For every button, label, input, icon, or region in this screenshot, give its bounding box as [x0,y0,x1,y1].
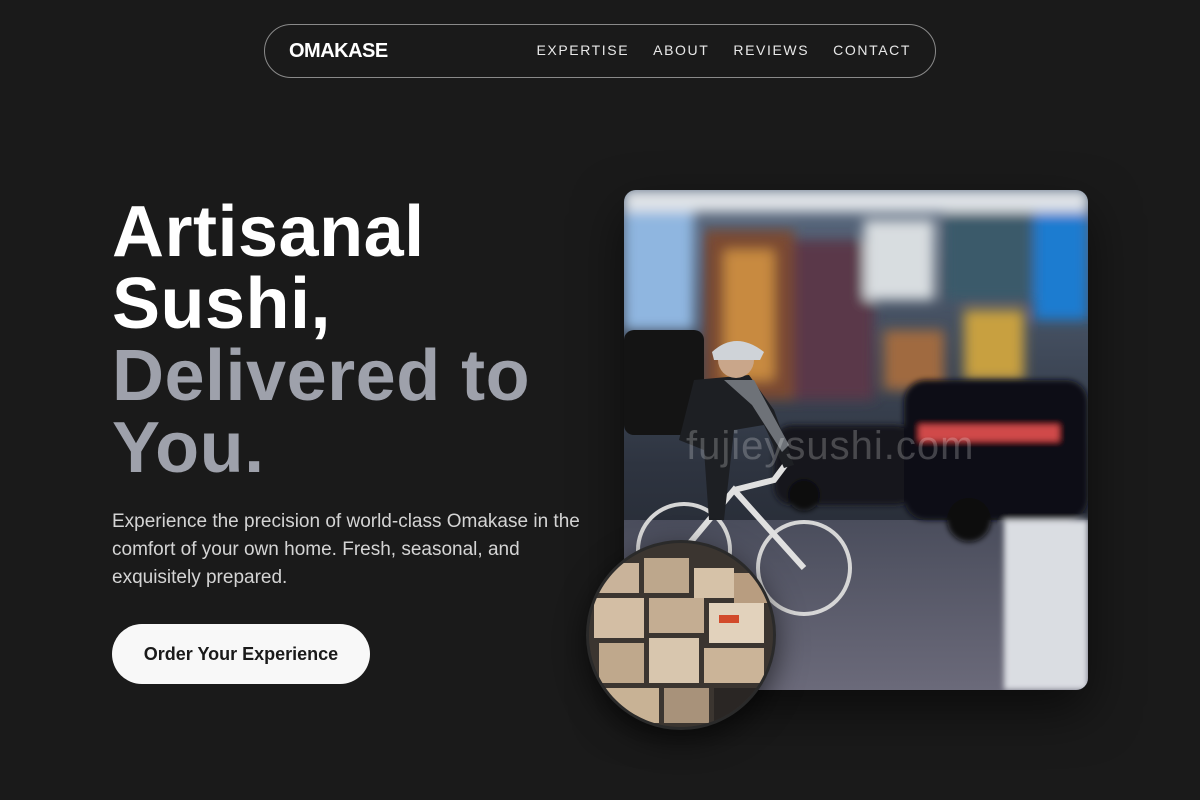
hero-title-line-muted: You. [112,408,265,488]
nav-links: EXPERTISE ABOUT REVIEWS CONTACT [536,42,911,60]
hero-title-line: Artisanal [112,192,425,272]
boxes-illustration [589,543,773,727]
brand-logo[interactable]: OMAKASE [289,40,388,63]
nav-link-reviews[interactable]: REVIEWS [733,42,809,58]
top-nav: OMAKASE EXPERTISE ABOUT REVIEWS CONTACT [264,24,936,78]
hero-title-line: Sushi, [112,264,332,344]
nav-link-expertise[interactable]: EXPERTISE [536,42,629,58]
nav-link-contact[interactable]: CONTACT [833,42,911,58]
hero-subtitle: Experience the precision of world-class … [112,511,580,588]
hero-title-line-muted: Delivered to [112,336,531,416]
image-watermark: fujieysushi.com [686,424,975,468]
hero-title: Artisanal Sushi, Delivered to You. [112,196,592,484]
delivery-boxes-image [586,540,776,730]
order-experience-button[interactable]: Order Your Experience [112,624,370,684]
hero-page: OMAKASE EXPERTISE ABOUT REVIEWS CONTACT … [0,0,1200,800]
nav-link-about[interactable]: ABOUT [653,42,709,58]
